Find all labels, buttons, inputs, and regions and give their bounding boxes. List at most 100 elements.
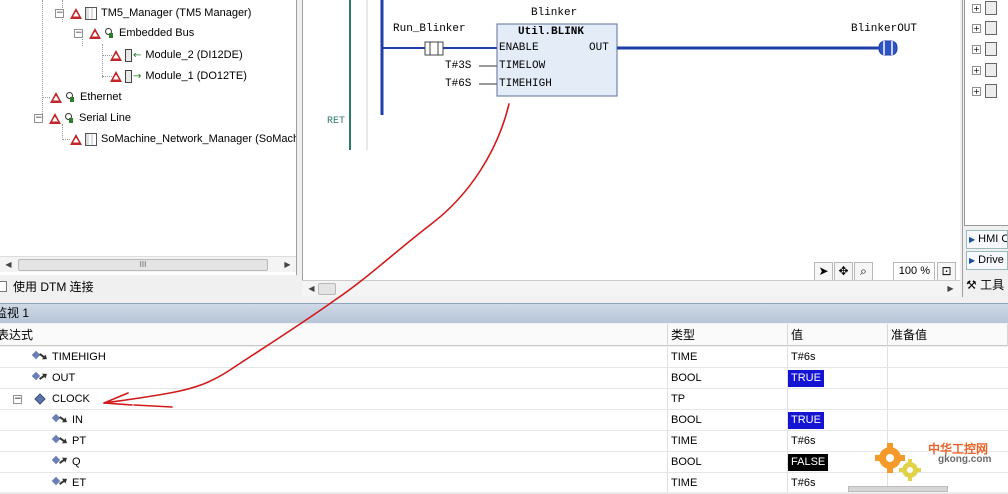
tree-item-tm5-manager[interactable]: − TM5_Manager (TM5 Manager) (55, 4, 251, 22)
input-variable-icon (51, 434, 66, 447)
watch-row[interactable]: Q BOOL FALSE (0, 452, 1008, 473)
io-module-icon (125, 48, 132, 62)
ladder-diagram (349, 0, 898, 150)
catalog-item[interactable]: + (972, 0, 997, 16)
expand-icon[interactable]: + (972, 86, 981, 96)
ladder-horizontal-scrollbar[interactable]: ◀ ▶ (302, 280, 960, 297)
warning-icon (89, 27, 101, 39)
blinker-out-coil[interactable] (878, 40, 898, 56)
scroll-right-icon[interactable]: ▶ (280, 258, 295, 272)
dtm-connection-option[interactable]: 使用 DTM 连接 (0, 276, 298, 296)
watch-type: TP (671, 393, 686, 405)
tree-item-label: Serial Line (79, 112, 131, 124)
scroll-left-icon[interactable]: ◀ (304, 282, 319, 296)
input-variable-icon (31, 350, 46, 363)
tree-item-label: Ethernet (80, 91, 122, 103)
watch-type: TIME (671, 435, 698, 447)
tree-item-network-manager[interactable]: SoMachine_Network_Manager (SoMach (70, 130, 297, 148)
watch-window-title: 监视 1 (0, 303, 1008, 323)
watch-row[interactable]: OUT BOOL TRUE (0, 368, 1008, 389)
fb-type-name: Util.BLINK (518, 26, 585, 38)
tree-item-label: SoMachine_Network_Manager (SoMach (101, 133, 297, 145)
tab-arrow-icon: ▶ (969, 256, 976, 265)
function-block-instance-icon (34, 393, 46, 405)
zoom-tool-icon[interactable]: ⌕ (854, 262, 873, 281)
fb-output-out: OUT (589, 42, 609, 54)
watch-row[interactable]: PT TIME T#6s (0, 431, 1008, 452)
expand-icon[interactable]: + (972, 44, 981, 54)
watch-expression: IN (72, 414, 83, 426)
watch-value: T#6s (791, 477, 816, 489)
watch-value: T#6s (791, 435, 816, 447)
output-variable-icon (31, 371, 46, 384)
column-header-prepared-value[interactable]: 准备值 (888, 324, 1008, 346)
ret-label: RET (327, 116, 346, 127)
watch-row[interactable]: − CLOCK TP (0, 389, 1008, 410)
watch-type: BOOL (671, 456, 702, 468)
right-catalog-tree: + + + + + (964, 0, 1008, 226)
output-variable-icon (51, 455, 66, 468)
scroll-left-icon[interactable]: ◀ (1, 258, 16, 272)
timehigh-constant[interactable]: T#6S (445, 78, 471, 90)
tools-icon: ⚒ (966, 278, 977, 292)
device-icon (985, 42, 997, 56)
contact-variable-label[interactable]: Run_Blinker (393, 23, 466, 35)
watch-type: TIME (671, 477, 698, 489)
watch-row[interactable]: IN BOOL TRUE (0, 410, 1008, 431)
tab-hmi[interactable]: ▶ HMI C (966, 230, 1008, 249)
tree-horizontal-scrollbar[interactable]: ◀ III ▶ (0, 256, 296, 272)
coil-variable-label[interactable]: BlinkerOUT (851, 23, 917, 35)
expand-icon[interactable]: + (972, 65, 981, 75)
move-tool-icon[interactable]: ✥ (834, 262, 853, 281)
toolbox-tab[interactable]: ⚒ 工具 (966, 276, 1004, 293)
catalog-item[interactable]: + (972, 83, 997, 99)
warning-icon (49, 112, 61, 124)
scroll-thumb-grip: III (139, 260, 147, 269)
dtm-checkbox[interactable] (0, 280, 7, 292)
catalog-item[interactable]: + (972, 62, 997, 78)
watch-expression: ET (72, 477, 87, 489)
fb-instance-name: Blinker (531, 7, 578, 19)
expand-icon[interactable]: + (972, 23, 981, 33)
watch-expression: OUT (52, 372, 76, 384)
tree-item-ethernet[interactable]: Ethernet (50, 88, 122, 106)
zoom-fit-icon[interactable]: ⊡ (937, 262, 956, 281)
tree-item-embedded-bus[interactable]: − Embedded Bus (74, 24, 194, 42)
collapse-icon[interactable]: − (13, 395, 22, 404)
column-header-expression[interactable]: 表达式 (0, 324, 668, 346)
scroll-thumb[interactable] (318, 283, 336, 295)
zoom-level[interactable]: 100 % (893, 262, 935, 281)
scroll-right-icon[interactable]: ▶ (943, 282, 958, 296)
watch-table: TIMEHIGH TIME T#6s OUT BOOL TRUE − CLOCK… (0, 347, 1008, 494)
watch-column-header: 表达式 类型 值 准备值 (0, 324, 1008, 346)
collapse-icon[interactable]: − (74, 28, 83, 38)
warning-icon (70, 133, 82, 145)
run-blinker-contact[interactable] (424, 41, 444, 56)
tree-item-module-2[interactable]: ← Module_2 (DI12DE) (110, 46, 243, 64)
expand-icon[interactable]: + (972, 3, 981, 13)
column-header-value[interactable]: 值 (788, 324, 888, 346)
ladder-editor[interactable]: Blinker Util.BLINK ENABLE TIMELOW TIMEHI… (302, 0, 960, 282)
output-arrow-icon: → (133, 70, 142, 82)
scroll-thumb[interactable]: III (18, 259, 268, 271)
catalog-item[interactable]: + (972, 20, 997, 36)
watch-row[interactable]: TIMEHIGH TIME T#6s (0, 347, 1008, 368)
tab-drive[interactable]: ▶ Drive (966, 251, 1008, 270)
timelow-constant[interactable]: T#3S (445, 60, 471, 72)
warning-icon (50, 91, 62, 103)
device-icon (985, 63, 997, 77)
warning-icon (70, 7, 82, 19)
device-icon (985, 1, 997, 15)
watch-expression: CLOCK (52, 393, 90, 405)
network-manager-icon (85, 132, 97, 146)
column-header-type[interactable]: 类型 (668, 324, 788, 346)
tree-item-serial-line[interactable]: − Serial Line (34, 109, 131, 127)
pointer-tool-icon[interactable]: ➤ (814, 262, 833, 281)
collapse-icon[interactable]: − (34, 113, 43, 123)
collapse-icon[interactable]: − (55, 8, 64, 18)
tree-item-module-1[interactable]: → Module_1 (DO12TE) (110, 67, 247, 85)
tree-item-label: TM5_Manager (TM5 Manager) (101, 7, 252, 19)
tree-item-label: Module_2 (DI12DE) (145, 49, 243, 61)
catalog-item[interactable]: + (972, 41, 997, 57)
device-icon (985, 84, 997, 98)
